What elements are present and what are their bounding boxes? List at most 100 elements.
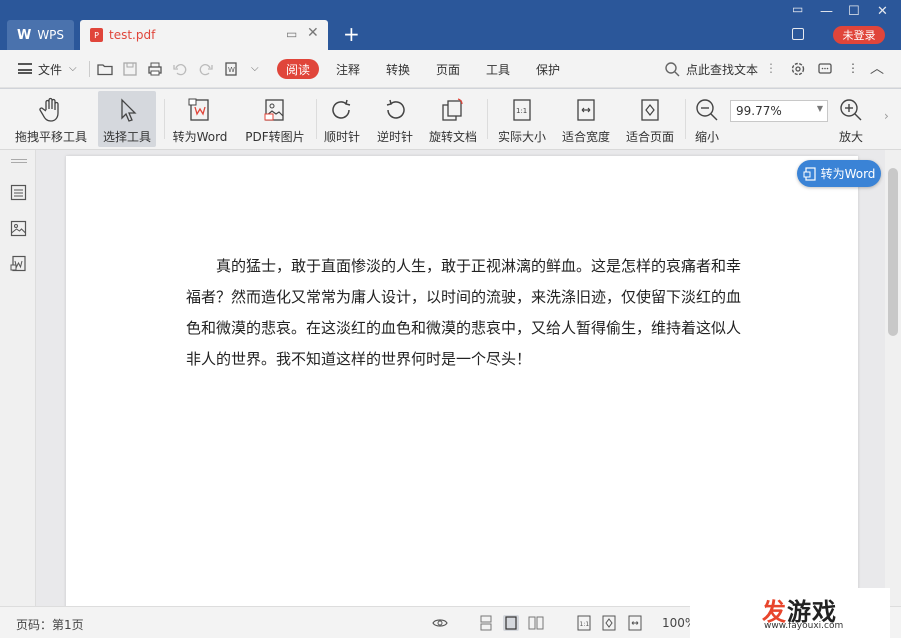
close-tab-icon[interactable]: ✕ xyxy=(307,25,319,41)
settings-gear-icon[interactable] xyxy=(790,61,806,77)
pdf-to-image-icon xyxy=(264,99,284,121)
pdf-file-icon: P xyxy=(90,28,103,42)
page-number: 页码：第1页 xyxy=(16,618,84,632)
zoom-in-button[interactable]: 放大 xyxy=(834,91,868,147)
minimize-icon[interactable]: — xyxy=(820,4,833,19)
layout-icon[interactable] xyxy=(792,28,804,40)
search-more-icon[interactable]: ⋮ xyxy=(765,61,777,75)
file-menu[interactable]: 文件 xyxy=(38,61,62,78)
panel-grip-icon[interactable] xyxy=(11,159,27,163)
zoom-level-value: 99.77% xyxy=(736,104,782,118)
fit-width-status-icon[interactable] xyxy=(627,615,643,631)
document-viewport[interactable]: 真的猛士，敢于直面惨淡的人生，敢于正视淋漓的鲜血。这是怎样的哀痛者和幸福者？然而… xyxy=(36,150,885,606)
fit-width-icon xyxy=(577,99,595,121)
zoom-out-icon xyxy=(696,99,718,121)
open-folder-icon[interactable] xyxy=(97,61,113,77)
rotate-document-label: 旋转文档 xyxy=(428,130,477,144)
menu-bar: 文件 ⌵ W ⌵ 阅读 注释 转换 页面 工具 保护 点此查找文本 ⋮ ⋮ ︿ xyxy=(0,50,901,88)
zoom-out-button[interactable]: 缩小 xyxy=(690,91,724,147)
actual-size-button[interactable]: 1:1 实际大小 xyxy=(494,91,550,147)
tab-tools[interactable]: 工具 xyxy=(486,61,510,78)
cursor-arrow-icon xyxy=(121,98,137,122)
fit-width-button[interactable]: 适合宽度 xyxy=(558,91,614,147)
new-tab-button[interactable]: + xyxy=(343,24,360,44)
tab-page[interactable]: 页面 xyxy=(436,61,460,78)
chevron-down-icon[interactable]: ⌵ xyxy=(69,63,77,74)
eye-protection-icon[interactable] xyxy=(432,615,448,631)
divider xyxy=(89,61,90,77)
rotate-counterclockwise-button[interactable]: 逆时针 xyxy=(373,91,417,147)
thumbnail-image-icon[interactable] xyxy=(10,220,27,237)
svg-text:1:1: 1:1 xyxy=(516,107,527,115)
menu-icon[interactable] xyxy=(18,63,32,74)
fit-page-button[interactable]: 适合页面 xyxy=(622,91,678,147)
chevron-down-icon[interactable]: ▼ xyxy=(817,104,823,113)
scrollbar-thumb[interactable] xyxy=(888,168,898,336)
pdf-page[interactable]: 真的猛士，敢于直面惨淡的人生，敢于正视淋漓的鲜血。这是怎样的哀痛者和幸福者？然而… xyxy=(66,156,858,606)
to-word-label: 转为Word xyxy=(172,130,228,144)
word-doc-icon xyxy=(803,166,816,181)
rotate-counterclockwise-icon xyxy=(386,99,405,119)
to-word-button[interactable]: 转为Word xyxy=(168,91,232,147)
redo-icon[interactable] xyxy=(198,61,214,77)
wps-tab-label: WPS xyxy=(37,28,65,42)
search-icon[interactable] xyxy=(664,61,680,77)
collapse-ribbon-icon[interactable]: ︿ xyxy=(870,58,884,78)
tab-protect[interactable]: 保护 xyxy=(536,61,560,78)
actual-size-status-icon[interactable]: 1:1 xyxy=(576,615,592,631)
toolbar-scroll-right-icon[interactable]: › xyxy=(884,109,889,123)
pdf-to-image-label: PDF转图片 xyxy=(245,130,305,144)
fit-page-label: 适合页面 xyxy=(625,130,674,144)
svg-text:1:1: 1:1 xyxy=(580,621,590,628)
fit-page-status-icon[interactable] xyxy=(601,615,617,631)
rotate-clockwise-button[interactable]: 顺时针 xyxy=(320,91,364,147)
quick-access-more-icon[interactable]: ⌵ xyxy=(251,63,259,74)
wps-home-tab[interactable]: W WPS xyxy=(7,20,74,50)
select-tool-label: 选择工具 xyxy=(102,130,151,144)
close-window-icon[interactable]: ✕ xyxy=(877,4,888,19)
floating-to-word-label: 转为Word xyxy=(820,167,876,181)
watermark-url: www.fayouxi.com xyxy=(764,621,844,631)
window-mode-icon[interactable]: ▭ xyxy=(286,27,297,41)
rotate-counterclockwise-label: 逆时针 xyxy=(376,130,413,144)
convert-word-icon[interactable]: W xyxy=(223,61,239,77)
skin-icon[interactable]: ▭ xyxy=(792,2,803,16)
page-content: 真的猛士，敢于直面惨淡的人生，敢于正视淋漓的鲜血。这是怎样的哀痛者和幸福者？然而… xyxy=(186,251,746,375)
word-convert-icon[interactable] xyxy=(10,255,27,272)
print-icon[interactable] xyxy=(147,61,163,77)
actual-size-icon: 1:1 xyxy=(513,99,531,121)
divider xyxy=(685,99,686,139)
maximize-icon[interactable]: ☐ xyxy=(848,4,860,19)
pdf-to-word-icon xyxy=(188,98,209,121)
zoom-in-icon xyxy=(840,99,862,121)
outline-list-icon[interactable] xyxy=(10,184,27,201)
pdf-to-image-button[interactable]: PDF转图片 xyxy=(242,91,308,147)
floating-to-word-button[interactable]: 转为Word xyxy=(797,160,881,187)
two-page-icon[interactable] xyxy=(528,615,544,631)
rotate-document-button[interactable]: 旋转文档 xyxy=(426,91,480,147)
hand-icon xyxy=(39,97,59,122)
hand-tool-button[interactable]: 拖拽平移工具 xyxy=(12,91,90,147)
divider xyxy=(487,99,488,139)
login-button[interactable]: 未登录 xyxy=(833,26,885,44)
undo-icon[interactable] xyxy=(172,61,188,77)
read-tab[interactable]: 阅读 xyxy=(277,59,319,79)
single-page-continuous-icon[interactable] xyxy=(478,615,494,631)
tab-annotate[interactable]: 注释 xyxy=(336,61,360,78)
fit-page-icon xyxy=(641,99,659,121)
title-bar: W WPS P test.pdf ▭ ✕ + ▭ — ☐ ✕ 未登录 xyxy=(0,0,901,50)
rotate-clockwise-icon xyxy=(332,99,351,119)
document-tab[interactable]: P test.pdf ▭ ✕ xyxy=(80,20,328,50)
search-text-input[interactable]: 点此查找文本 xyxy=(686,61,758,78)
select-tool-button[interactable]: 选择工具 xyxy=(98,91,156,147)
tab-convert[interactable]: 转换 xyxy=(386,61,410,78)
divider xyxy=(164,99,165,139)
more-options-icon[interactable]: ⋮ xyxy=(847,61,859,75)
svg-text:W: W xyxy=(228,66,235,74)
zoom-out-label: 缩小 xyxy=(694,130,719,144)
vertical-scrollbar[interactable] xyxy=(885,150,901,606)
save-icon[interactable] xyxy=(122,61,138,77)
zoom-level-input[interactable]: 99.77% ▼ xyxy=(730,100,828,122)
single-page-icon[interactable] xyxy=(503,615,519,631)
comment-icon[interactable] xyxy=(817,61,833,77)
